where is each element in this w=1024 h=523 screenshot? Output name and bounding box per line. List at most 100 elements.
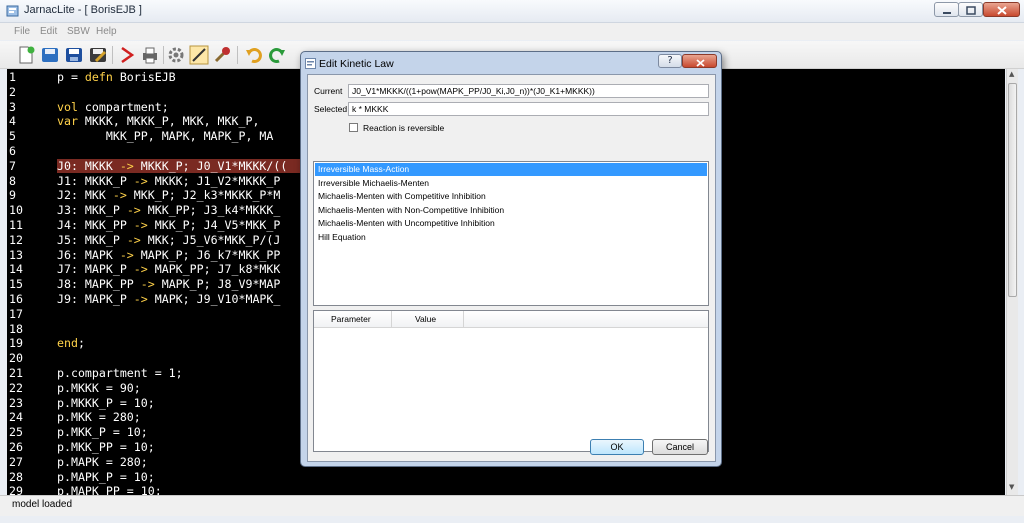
code-text: p.compartment = 1; bbox=[57, 366, 183, 380]
line-number: 17 bbox=[9, 306, 23, 321]
current-label: Current bbox=[314, 86, 343, 96]
code-text: J4: MKK_PP -> MKK_P; J4_V5*MKK_P bbox=[57, 218, 281, 232]
scroll-up-icon[interactable]: ▲ bbox=[1009, 70, 1014, 78]
dialog-body: Current J0_V1*MKKK/((1+pow(MAPK_PP/J0_Ki… bbox=[307, 74, 716, 462]
line-number: 2 bbox=[9, 84, 16, 99]
column-divider bbox=[463, 311, 464, 327]
code-text: MKK_PP, MAPK, MAPK_P, MA bbox=[57, 129, 274, 144]
selected-field[interactable]: k * MKKK bbox=[348, 102, 709, 116]
list-item[interactable]: Michaelis-Menten with Uncompetitive Inhi… bbox=[315, 217, 707, 230]
line-number: 1 bbox=[9, 70, 16, 84]
cancel-button[interactable]: Cancel bbox=[652, 439, 708, 455]
list-item[interactable]: Hill Equation bbox=[315, 231, 707, 244]
tools-icon[interactable] bbox=[212, 45, 232, 65]
current-field[interactable]: J0_V1*MKKK/((1+pow(MAPK_PP/J0_Ki,J0_n))*… bbox=[348, 84, 709, 98]
line-number: 11 bbox=[9, 218, 23, 232]
column-header-parameter[interactable]: Parameter bbox=[331, 314, 371, 324]
line-number: 7 bbox=[9, 158, 16, 173]
dialog-title: Edit Kinetic Law bbox=[319, 58, 394, 70]
menu-bar: File Edit SBW Help bbox=[0, 23, 1024, 40]
code-text: J6: MAPK -> MAPK_P; J6_k7*MKK_PP bbox=[57, 247, 281, 262]
table-header: Parameter Value bbox=[314, 311, 708, 328]
line-number: 6 bbox=[9, 144, 16, 158]
toolbar-separator bbox=[237, 46, 238, 64]
scroll-down-icon[interactable]: ▼ bbox=[1009, 483, 1014, 491]
selected-label: Selected bbox=[314, 104, 348, 114]
list-item[interactable]: Michaelis-Menten with Competitive Inhibi… bbox=[315, 190, 707, 203]
parameter-table[interactable]: Parameter Value bbox=[313, 310, 709, 452]
close-icon bbox=[997, 6, 1007, 15]
run-icon[interactable] bbox=[118, 45, 138, 65]
edit-kinetic-law-dialog: Edit Kinetic Law ? Current J0_V1*MKKK/((… bbox=[300, 51, 722, 467]
menu-help[interactable]: Help bbox=[96, 26, 117, 37]
code-line[interactable]: 29 p.MAPK_PP = 10; bbox=[7, 484, 1005, 495]
line-number: 26 bbox=[9, 440, 23, 454]
menu-edit[interactable]: Edit bbox=[40, 26, 57, 37]
code-text: var MKKK, MKKK_P, MKK, MKK_P, bbox=[57, 114, 260, 129]
edit-icon[interactable] bbox=[189, 45, 209, 65]
vertical-scrollbar[interactable]: ▲ ▼ bbox=[1006, 69, 1018, 495]
print-icon[interactable] bbox=[140, 45, 160, 65]
code-text: J7: MAPK_P -> MAPK_PP; J7_k8*MKK bbox=[57, 262, 281, 277]
list-item[interactable]: Irreversible Mass-Action bbox=[315, 163, 707, 176]
undo-icon[interactable] bbox=[244, 45, 264, 65]
redo-icon[interactable] bbox=[267, 45, 287, 65]
scrollbar-thumb[interactable] bbox=[1008, 83, 1017, 297]
list-item[interactable]: Michaelis-Menten with Non-Competitive In… bbox=[315, 204, 707, 217]
settings-icon[interactable] bbox=[166, 45, 186, 65]
line-number: 28 bbox=[9, 469, 23, 484]
help-button[interactable]: ? bbox=[658, 54, 682, 68]
code-text: p.MKK_P = 10; bbox=[57, 425, 148, 440]
save-as-icon[interactable] bbox=[88, 45, 108, 65]
line-number: 23 bbox=[9, 395, 23, 410]
keyword: -> bbox=[119, 247, 134, 262]
status-text: model loaded bbox=[12, 499, 73, 510]
line-number: 22 bbox=[9, 380, 23, 395]
code-text: p.MAPK_P = 10; bbox=[57, 469, 155, 484]
ok-button[interactable]: OK bbox=[590, 439, 644, 455]
list-item[interactable]: Irreversible Michaelis-Menten bbox=[315, 177, 707, 190]
line-number: 21 bbox=[9, 366, 23, 380]
line-number: 13 bbox=[9, 247, 23, 262]
status-bar: model loaded bbox=[0, 495, 1024, 516]
line-number: 20 bbox=[9, 351, 23, 366]
keyword: vol bbox=[57, 99, 78, 114]
minimize-button[interactable] bbox=[934, 2, 959, 17]
open-icon[interactable] bbox=[40, 45, 60, 65]
line-number: 10 bbox=[9, 203, 23, 218]
code-text: p = defn BorisEJB bbox=[57, 70, 176, 84]
keyword: var bbox=[57, 114, 78, 129]
window-title: JarnacLite - [ BorisEJB ] bbox=[24, 4, 142, 16]
keyword: -> bbox=[133, 292, 148, 306]
save-icon[interactable] bbox=[64, 45, 84, 65]
code-text: p.MKK = 280; bbox=[57, 410, 141, 425]
reversible-checkbox[interactable] bbox=[349, 123, 358, 132]
dialog-close-button[interactable] bbox=[682, 54, 717, 68]
line-number: 12 bbox=[9, 232, 23, 247]
code-line[interactable]: 28 p.MAPK_P = 10; bbox=[7, 470, 1005, 485]
code-text: J5: MKK_P -> MKK; J5_V6*MKK_P/(J bbox=[57, 232, 281, 247]
code-text: J9: MAPK_P -> MAPK; J9_V10*MAPK_ bbox=[57, 292, 281, 306]
new-icon[interactable] bbox=[16, 45, 36, 65]
app-icon bbox=[6, 5, 19, 17]
keyword: -> bbox=[133, 173, 148, 188]
toolbar-separator bbox=[112, 46, 113, 64]
keyword: -> bbox=[119, 158, 134, 173]
line-number: 24 bbox=[9, 410, 23, 425]
kinetic-law-list[interactable]: Irreversible Mass-Action Irreversible Mi… bbox=[313, 161, 709, 306]
code-text: p.MKK_PP = 10; bbox=[57, 440, 155, 454]
keyword: -> bbox=[126, 203, 141, 218]
line-number: 8 bbox=[9, 173, 16, 188]
menu-file[interactable]: File bbox=[14, 26, 30, 37]
line-number: 29 bbox=[9, 484, 23, 495]
maximize-button[interactable] bbox=[958, 2, 983, 17]
code-text: J0: MKKK -> MKKK_P; J0_V1*MKKK/(( bbox=[57, 158, 288, 173]
keyword: defn bbox=[84, 70, 113, 84]
code-text: J3: MKK_P -> MKK_PP; J3_k4*MKKK_ bbox=[57, 203, 281, 218]
restore-icon bbox=[966, 6, 976, 15]
column-header-value[interactable]: Value bbox=[415, 314, 436, 324]
menu-sbw[interactable]: SBW bbox=[67, 26, 90, 37]
close-button[interactable] bbox=[983, 2, 1020, 17]
code-text: J2: MKK -> MKK_P; J2_k3*MKKK_P*M bbox=[57, 188, 281, 203]
line-number: 9 bbox=[9, 188, 16, 203]
